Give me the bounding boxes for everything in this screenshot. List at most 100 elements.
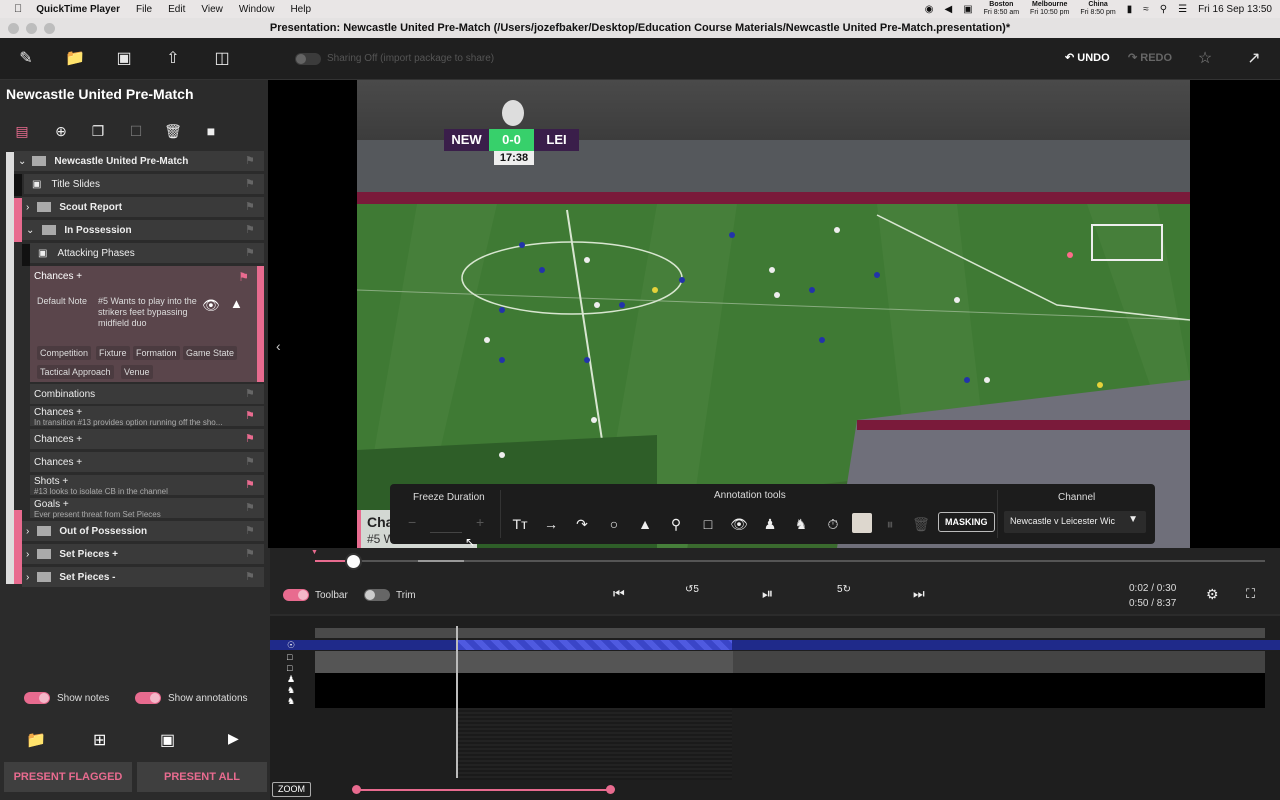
zoom-window-button[interactable] bbox=[44, 23, 55, 34]
add-video-icon[interactable]: ▶ bbox=[228, 730, 239, 747]
magnify-tool-icon[interactable]: ⚲ bbox=[666, 514, 686, 534]
selected-slide-card[interactable]: Chances + ⚑ Default Note #5 Wants to pla… bbox=[30, 266, 264, 382]
spotlight-tool-icon[interactable]: ▲ bbox=[635, 514, 655, 534]
blank-slide-icon[interactable]: ■ bbox=[202, 122, 220, 140]
timeline-track[interactable] bbox=[733, 651, 1265, 673]
menu-help[interactable]: Help bbox=[290, 4, 311, 15]
tag-chip[interactable]: Venue bbox=[121, 365, 153, 379]
annotation-clip-range[interactable] bbox=[458, 640, 732, 650]
flag-icon[interactable]: ⚑ bbox=[245, 526, 256, 537]
add-circle-icon[interactable]: ⊕ bbox=[52, 122, 70, 140]
add-slide-icon[interactable]: ⊞ bbox=[93, 730, 106, 750]
timeline-track-selected[interactable] bbox=[270, 640, 1280, 650]
chevron-down-icon[interactable]: ⌄ bbox=[18, 156, 26, 167]
menu-file[interactable]: File bbox=[136, 4, 152, 15]
rewind-5-button[interactable]: ↺5 bbox=[685, 584, 699, 595]
tree-item-out-of-possession[interactable]: › Out of Possession ⚑ bbox=[22, 521, 264, 542]
show-annotations-toggle[interactable] bbox=[135, 692, 161, 704]
tree-item-root[interactable]: ⌄ Newcastle United Pre-Match ⚑ bbox=[14, 151, 264, 172]
tree-item-scout-report[interactable]: › Scout Report ⚑ bbox=[22, 197, 264, 218]
tree-item-attacking-phases[interactable]: ▣ Attacking Phases ⚑ bbox=[30, 243, 264, 264]
folder-icon[interactable]: 📁 bbox=[26, 730, 46, 750]
split-view-icon[interactable]: ◫ bbox=[212, 49, 232, 69]
fullscreen-icon[interactable]: ⛶ bbox=[1246, 586, 1255, 602]
apple-icon[interactable]:  bbox=[14, 3, 22, 15]
eye-tool-icon[interactable]: 👁 bbox=[729, 514, 749, 534]
tag-chip[interactable]: Formation bbox=[133, 346, 180, 360]
present-flagged-button[interactable]: PRESENT FLAGGED bbox=[4, 762, 132, 792]
flag-icon[interactable]: ⚑ bbox=[245, 225, 256, 236]
battery-icon[interactable]: ▮ bbox=[1127, 4, 1133, 15]
play-icon[interactable]: ⏯ bbox=[762, 585, 773, 602]
control-center-icon[interactable]: ☰ bbox=[1178, 4, 1187, 15]
chevron-right-icon[interactable]: › bbox=[26, 572, 29, 583]
paste-icon[interactable]: ☐ bbox=[127, 122, 145, 140]
tree-item-chances-2[interactable]: Chances + ⚑ bbox=[30, 429, 264, 450]
timer-tool-icon[interactable]: ⏱ bbox=[823, 514, 843, 534]
timeline-track[interactable] bbox=[315, 651, 733, 673]
menu-app-name[interactable]: QuickTime Player bbox=[36, 4, 120, 15]
sharing-toggle[interactable] bbox=[295, 53, 321, 65]
curved-arrow-tool-icon[interactable]: ↷ bbox=[572, 514, 592, 534]
flag-icon[interactable]: ⚑ bbox=[245, 434, 256, 445]
color-swatch[interactable] bbox=[852, 513, 872, 533]
undo-button[interactable]: ↶ UNDO bbox=[1065, 51, 1110, 64]
close-window-button[interactable] bbox=[8, 23, 19, 34]
flag-icon[interactable]: ⚑ bbox=[245, 156, 256, 167]
external-window-icon[interactable]: ↗ bbox=[1244, 49, 1264, 69]
star-icon[interactable]: ☆ bbox=[1195, 49, 1215, 69]
settings-icon[interactable]: ⚙ bbox=[1206, 586, 1219, 603]
tree-item-combinations[interactable]: Combinations ⚑ bbox=[30, 384, 264, 405]
video-frame[interactable]: NEW 0-0 LEI 17:38 Cha #5 W bbox=[357, 80, 1190, 548]
menu-window[interactable]: Window bbox=[239, 4, 275, 15]
tag-chip[interactable]: Tactical Approach bbox=[37, 365, 114, 379]
tree-item-set-pieces-minus[interactable]: › Set Pieces - ⚑ bbox=[22, 567, 264, 588]
scrub-track[interactable] bbox=[315, 560, 1265, 562]
zoom-start-handle[interactable] bbox=[352, 785, 361, 794]
flag-icon[interactable]: ⚑ bbox=[245, 202, 256, 213]
wifi-icon[interactable]: ≈ bbox=[1143, 4, 1149, 15]
tree-item-chances-1[interactable]: Chances + In transition #13 provides opt… bbox=[30, 406, 264, 427]
pause-circle-icon[interactable]: ⏸ bbox=[880, 514, 900, 534]
chevron-down-icon[interactable]: ⌄ bbox=[26, 225, 34, 236]
tree-item-set-pieces-plus[interactable]: › Set Pieces + ⚑ bbox=[22, 544, 264, 565]
zoom-range[interactable] bbox=[356, 789, 610, 791]
arrow-tool-icon[interactable]: → bbox=[541, 514, 561, 534]
redo-button[interactable]: ↷ REDO bbox=[1128, 51, 1172, 64]
toolbar-toggle[interactable] bbox=[283, 589, 309, 601]
skip-to-start-icon[interactable]: ⏮ bbox=[613, 586, 625, 602]
chevron-left-icon[interactable]: ‹ bbox=[276, 338, 281, 354]
flag-icon[interactable]: ⚑ bbox=[245, 503, 256, 514]
record-icon[interactable]: ◉ bbox=[925, 4, 934, 15]
scrub-handle[interactable] bbox=[344, 553, 362, 570]
present-all-button[interactable]: PRESENT ALL bbox=[137, 762, 267, 792]
new-slide-icon[interactable]: ▤ bbox=[13, 122, 31, 140]
trim-toggle[interactable] bbox=[364, 589, 390, 601]
chevron-right-icon[interactable]: › bbox=[26, 526, 29, 537]
delete-icon[interactable]: 🗑 bbox=[164, 122, 182, 140]
tag-chip[interactable]: Fixture bbox=[96, 346, 130, 360]
menu-edit[interactable]: Edit bbox=[168, 4, 185, 15]
masking-button[interactable]: MASKING bbox=[938, 512, 995, 532]
chevron-right-icon[interactable]: › bbox=[26, 549, 29, 560]
back-icon[interactable]: ◀ bbox=[944, 4, 952, 15]
tray-icon[interactable]: ▣ bbox=[963, 4, 972, 15]
flag-icon[interactable]: ⚑ bbox=[245, 457, 256, 468]
shapes-icon[interactable]: ▲ bbox=[230, 296, 243, 311]
playhead[interactable] bbox=[456, 626, 458, 778]
plus-icon[interactable]: + bbox=[476, 514, 484, 530]
new-presentation-icon[interactable]: ✎ bbox=[16, 49, 36, 69]
flag-icon[interactable]: ⚑ bbox=[238, 270, 249, 284]
trash-icon[interactable]: 🗑 bbox=[911, 514, 931, 534]
player-marker-tool-icon[interactable]: ♟ bbox=[760, 514, 780, 534]
tag-chip[interactable]: Competition bbox=[37, 346, 92, 360]
flag-icon[interactable]: ⚑ bbox=[245, 179, 256, 190]
share-icon[interactable]: ⇧ bbox=[163, 49, 183, 69]
save-icon[interactable]: ▣ bbox=[114, 49, 134, 69]
menu-view[interactable]: View bbox=[201, 4, 223, 15]
text-tool-icon[interactable]: Tт bbox=[510, 514, 530, 534]
minimize-window-button[interactable] bbox=[26, 23, 37, 34]
duplicate-icon[interactable]: ❐ bbox=[89, 122, 107, 140]
circle-tool-icon[interactable]: ○ bbox=[604, 514, 624, 534]
datetime[interactable]: Fri 16 Sep 13:50 bbox=[1198, 4, 1272, 15]
